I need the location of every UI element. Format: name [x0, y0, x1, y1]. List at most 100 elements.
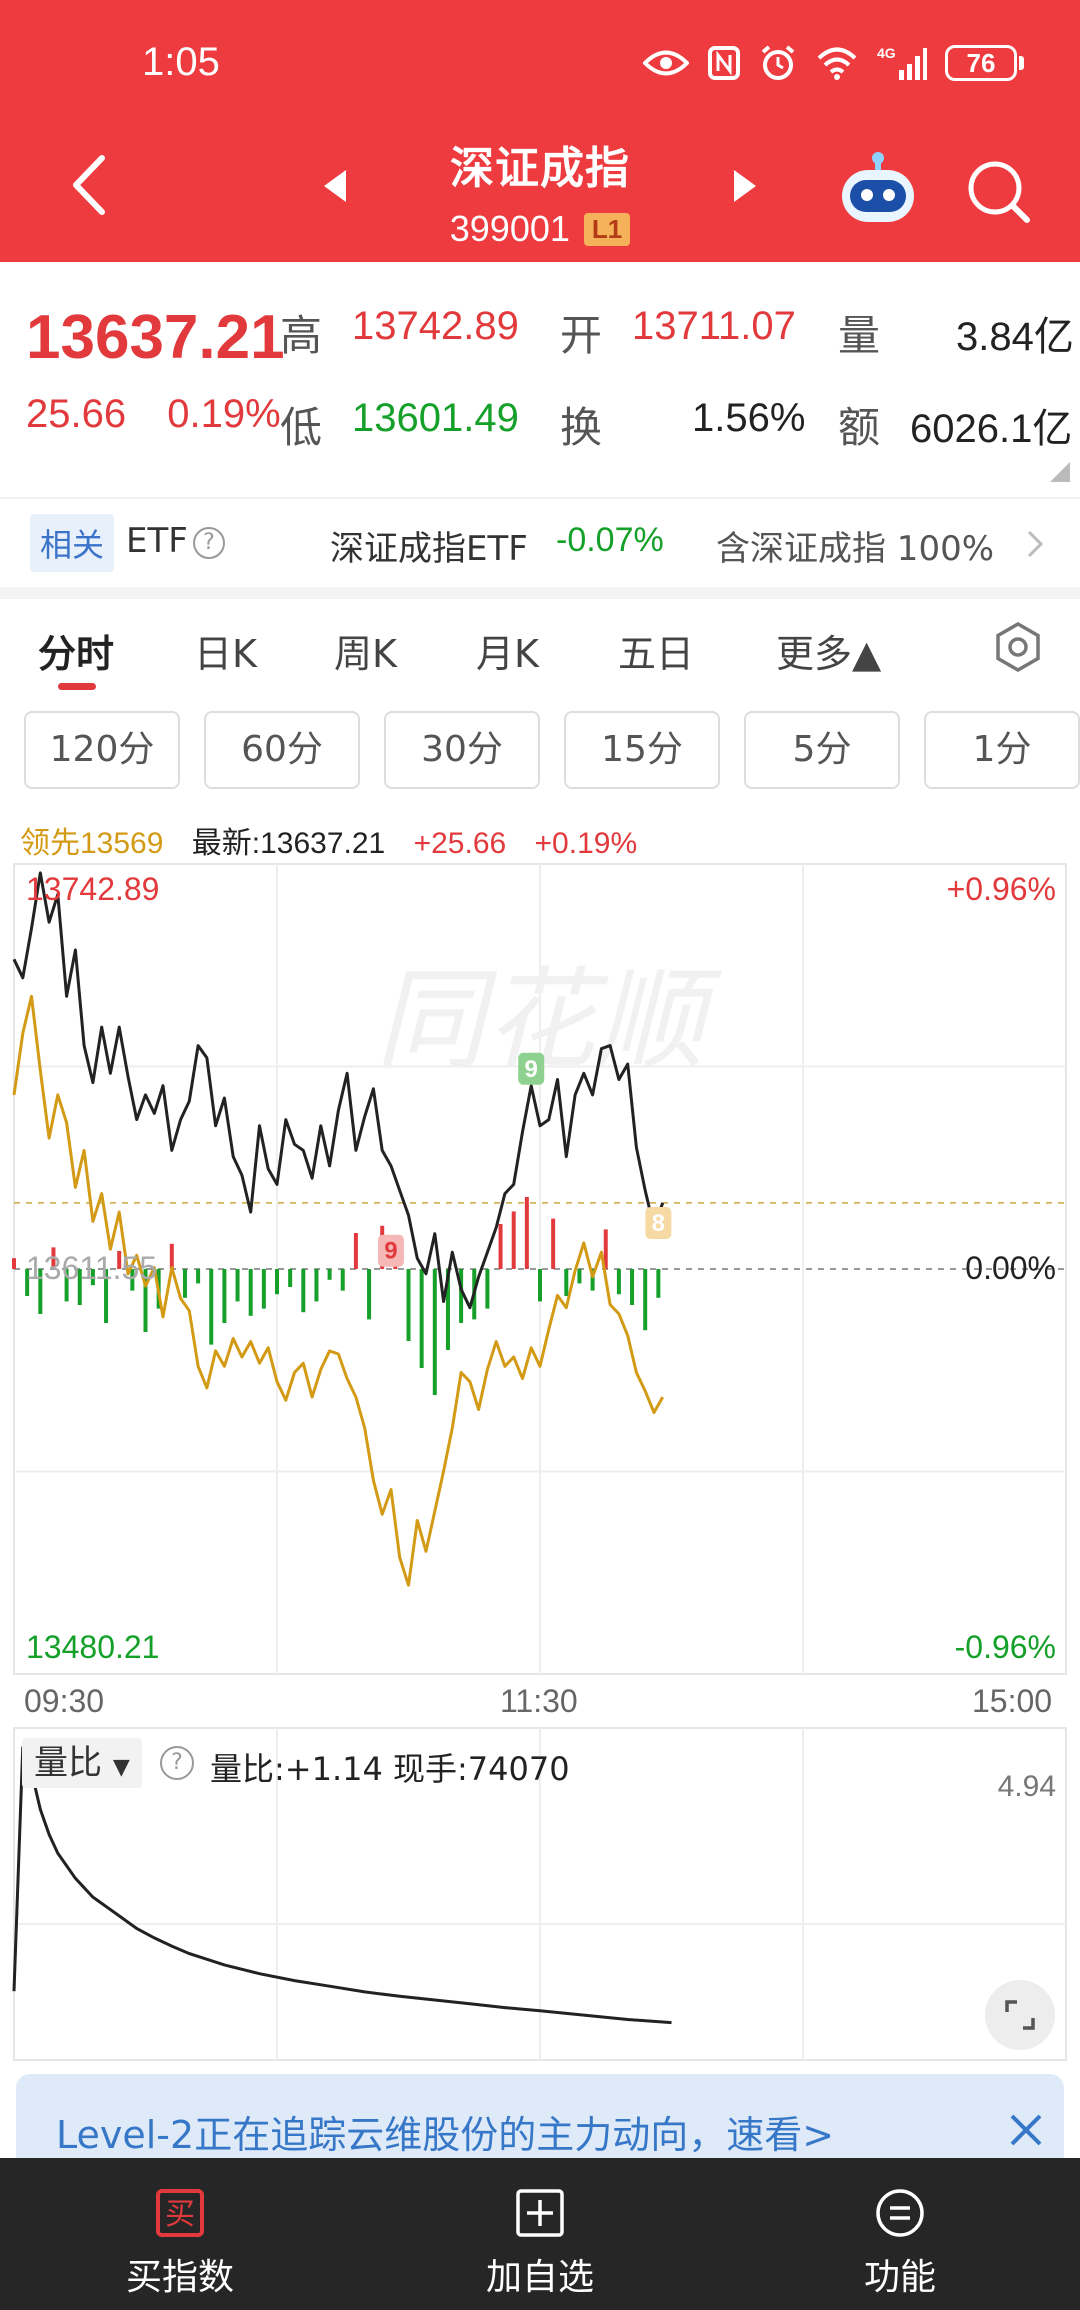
- period-120-button[interactable]: 120分: [24, 711, 180, 789]
- fullscreen-icon: [1005, 2000, 1035, 2030]
- status-icons: 4G 76: [643, 40, 1024, 86]
- current-price: 13637.21: [26, 303, 285, 372]
- dropdown-arrow-icon: ▼: [112, 1755, 130, 1780]
- period-1-button[interactable]: 1分: [924, 711, 1080, 789]
- tab-daily-k[interactable]: 日K: [194, 623, 257, 678]
- tab-more[interactable]: 更多▲: [776, 623, 881, 678]
- function-menu-button[interactable]: 功能: [800, 2188, 1000, 2300]
- settings-icon[interactable]: [992, 621, 1044, 673]
- y-bottom-label: 13480.21: [26, 1629, 159, 1665]
- volume-bar: [630, 1269, 635, 1305]
- volume-bar: [432, 1269, 437, 1395]
- quote-panel: 13637.21 25.66 0.19% 高 13742.89 低 13601.…: [0, 262, 1080, 492]
- volume-bar: [353, 1233, 358, 1269]
- back-icon[interactable]: [62, 150, 122, 220]
- volume-bar: [551, 1218, 556, 1269]
- indicator-select[interactable]: 量比 ▼: [22, 1738, 142, 1788]
- battery-level: 76: [945, 45, 1017, 81]
- open-value: 13711.07: [632, 304, 796, 348]
- related-etf-bar[interactable]: 相关 ETF ? 深证成指ETF -0.07% 含深证成指 100%: [0, 497, 1080, 587]
- low-value: 13601.49: [352, 396, 519, 440]
- minute-period-row: 120分 60分 30分 15分 5分 1分: [0, 705, 1080, 795]
- tab-monthly-k[interactable]: 月K: [476, 623, 539, 678]
- chart-tabs: 分时 日K 周K 月K 五日 更多▲: [0, 599, 1080, 699]
- latest-value: 最新:13637.21: [191, 827, 386, 860]
- period-60-button[interactable]: 60分: [204, 711, 360, 789]
- svg-text:4G: 4G: [877, 45, 896, 61]
- volume-bar: [564, 1269, 569, 1296]
- volume-bar: [511, 1211, 516, 1269]
- volume-bar: [275, 1269, 279, 1295]
- index-code: 399001: [449, 208, 570, 249]
- volume-bar: [314, 1269, 319, 1302]
- volume-bar: [327, 1269, 332, 1280]
- robot-assistant-icon[interactable]: [838, 150, 918, 226]
- period-30-button[interactable]: 30分: [384, 711, 540, 789]
- y-baseline-label: 13611.55: [26, 1250, 157, 1286]
- close-icon[interactable]: [1006, 2110, 1046, 2150]
- volume-bar: [406, 1269, 411, 1341]
- volume-bar: [577, 1269, 582, 1284]
- next-index-icon[interactable]: [732, 168, 758, 204]
- battery-icon: 76: [945, 45, 1024, 81]
- watermark-logo: 同花顺: [375, 956, 722, 1084]
- tab-weekly-k[interactable]: 周K: [334, 623, 397, 678]
- turnover-value: 1.56%: [692, 396, 806, 440]
- search-icon[interactable]: [965, 158, 1031, 224]
- x-tick-end: 15:00: [972, 1683, 1053, 1719]
- change-percent: 0.19%: [167, 392, 281, 436]
- volume-bar: [498, 1224, 503, 1269]
- add-icon: [516, 2189, 564, 2237]
- fullscreen-button[interactable]: [985, 1980, 1055, 2050]
- buy-index-button[interactable]: 买 买指数: [80, 2188, 280, 2300]
- related-tag: 相关: [30, 514, 115, 572]
- etf-label: ETF: [126, 521, 188, 561]
- volume-bar: [169, 1243, 174, 1269]
- nfc-icon: [708, 46, 740, 80]
- banner-text[interactable]: Level-2正在追踪云维股份的主力动向，速看>: [56, 2104, 834, 2159]
- chevron-right-icon[interactable]: [1025, 529, 1045, 559]
- volume-bar: [235, 1269, 240, 1302]
- volume-bar: [656, 1269, 661, 1298]
- lead-value: 领先13569: [20, 827, 164, 860]
- volume-bar: [538, 1269, 542, 1302]
- period-15-button[interactable]: 15分: [564, 711, 720, 789]
- intraday-chart[interactable]: 同花顺99813742.8913480.2113611.55+0.96%0.00…: [0, 858, 1080, 1678]
- indicator-help-icon[interactable]: ?: [160, 1746, 194, 1780]
- tab-intraday[interactable]: 分时: [38, 623, 114, 678]
- volume-bar: [209, 1269, 214, 1345]
- section-separator: [0, 587, 1080, 599]
- pct-mid-label: 0.00%: [965, 1250, 1056, 1286]
- volume-ratio-info: 量比:+1.14 现手:74070: [210, 1750, 570, 1788]
- signal-marker-label: 8: [652, 1210, 665, 1237]
- pct-bottom-label: -0.96%: [955, 1629, 1056, 1665]
- high-value: 13742.89: [352, 304, 519, 348]
- help-icon[interactable]: ?: [193, 527, 225, 559]
- etf-name[interactable]: 深证成指ETF: [330, 521, 528, 570]
- period-5-button[interactable]: 5分: [744, 711, 900, 789]
- add-watchlist-button[interactable]: 加自选: [440, 2188, 640, 2300]
- expand-corner-icon[interactable]: [1050, 462, 1070, 482]
- volume-bar: [12, 1258, 16, 1269]
- volume-bar: [524, 1197, 529, 1269]
- alarm-icon: [761, 45, 795, 80]
- volume-bar: [222, 1269, 227, 1323]
- volume-value: 3.84亿: [956, 315, 1074, 359]
- prev-index-icon[interactable]: [322, 168, 348, 204]
- buy-index-label: 买指数: [125, 2257, 234, 2298]
- tab-five-day[interactable]: 五日: [618, 623, 694, 678]
- high-label: 高: [280, 311, 323, 360]
- low-label: 低: [280, 403, 323, 452]
- volume-label: 量: [838, 311, 881, 360]
- title-block: 深证成指 399001 L1: [390, 132, 690, 250]
- status-time: 1:05: [142, 40, 220, 84]
- signal-marker-label: 9: [384, 1238, 397, 1265]
- volume-bar: [419, 1269, 424, 1368]
- amount-label: 额: [838, 403, 881, 452]
- change-row: 25.66 0.19%: [26, 392, 281, 437]
- volume-bar: [261, 1269, 266, 1309]
- eye-icon: [643, 50, 689, 76]
- chart-info-row: 领先13569 最新:13637.21 +25.66 +0.19%: [20, 818, 657, 862]
- x-tick-start: 09:30: [24, 1683, 105, 1719]
- etf-change: -0.07%: [556, 521, 664, 559]
